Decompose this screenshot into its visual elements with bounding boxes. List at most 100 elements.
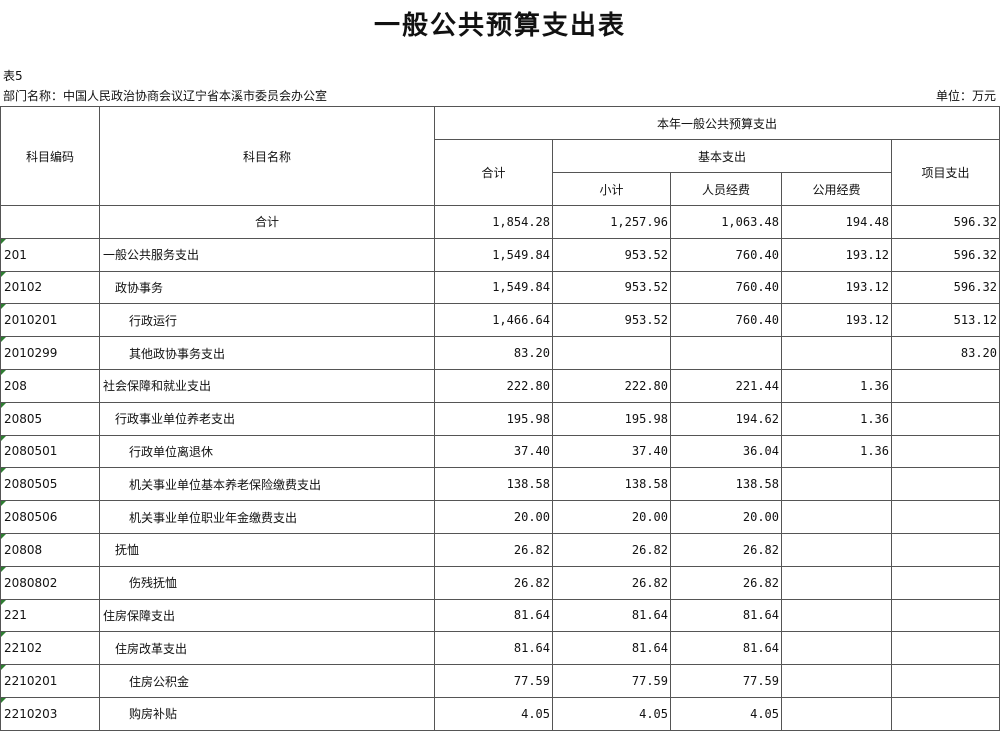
cell-code: 2010201 bbox=[0, 303, 100, 338]
cell-personnel: 26.82 bbox=[670, 532, 782, 567]
cell-subtotal: 37.40 bbox=[552, 434, 671, 469]
header-code: 科目编码 bbox=[0, 106, 100, 206]
page-title: 一般公共预算支出表 bbox=[373, 11, 626, 41]
table-row: 20102 政协事务 1,549.84 953.52 760.40 193.12 596.3… bbox=[0, 270, 1000, 305]
table-row: 208 社会保障和就业支出 222.80 222.80 221.44 1.36 bbox=[0, 368, 1000, 403]
cell-code: 2080501 bbox=[0, 434, 100, 469]
cell-name: 行政事业单位养老支出 bbox=[99, 401, 435, 436]
cell-name: 一般公共服务支出 bbox=[99, 237, 435, 272]
cell-code: 2210201 bbox=[0, 664, 100, 698]
cell-total: 1,549.84 bbox=[434, 237, 553, 272]
cell-personnel: 221.44 bbox=[670, 368, 782, 403]
cell-name: 社会保障和就业支出 bbox=[99, 368, 435, 403]
table-row: 201 一般公共服务支出 1,549.84 953.52 760.40 193.12 596… bbox=[0, 237, 1000, 272]
table-row: 2080501 行政单位离退休 37.40 37.40 36.04 1.36 bbox=[0, 434, 1000, 469]
cell-public bbox=[781, 336, 892, 370]
table-row: 20805 行政事业单位养老支出 195.98 195.98 194.62 1.36 bbox=[0, 401, 1000, 436]
cell-project bbox=[891, 532, 1000, 567]
cell-project: 596.32 bbox=[891, 270, 1000, 305]
cell-project: 513.12 bbox=[891, 303, 1000, 338]
table-row: 2010201 行政运行 1,466.64 953.52 760.40 193.12 513… bbox=[0, 303, 1000, 338]
cell-name: 行政运行 bbox=[99, 303, 435, 338]
cell-subtotal: 81.64 bbox=[552, 598, 671, 633]
cell-public bbox=[781, 598, 892, 633]
cell-personnel: 194.62 bbox=[670, 401, 782, 436]
cell-code: 2080505 bbox=[0, 467, 100, 502]
cell-subtotal: 953.52 bbox=[552, 270, 671, 305]
department-name: 部门名称：中国人民政治协商会议辽宁省本溪市委员会办公室 bbox=[3, 89, 328, 103]
cell-name: 合计 bbox=[99, 205, 435, 239]
cell-public bbox=[781, 696, 892, 731]
cell-name: 伤残抚恤 bbox=[99, 565, 435, 600]
table-row: 2080802 伤残抚恤 26.82 26.82 26.82 bbox=[0, 565, 1000, 600]
cell-total: 37.40 bbox=[434, 434, 553, 469]
table-row: 221 住房保障支出 81.64 81.64 81.64 bbox=[0, 598, 1000, 633]
cell-project bbox=[891, 696, 1000, 731]
cell-public bbox=[781, 565, 892, 600]
cell-public: 1.36 bbox=[781, 434, 892, 469]
cell-total: 26.82 bbox=[434, 532, 553, 567]
budget-expenditure-table: 科目编码 科目名称 本年一般公共预算支出 合计 基本支出 项目支出 小计 人员经… bbox=[0, 106, 1000, 731]
cell-name: 购房补贴 bbox=[99, 696, 435, 731]
cell-subtotal: 195.98 bbox=[552, 401, 671, 436]
cell-name: 政协事务 bbox=[99, 270, 435, 305]
cell-total: 20.00 bbox=[434, 500, 553, 534]
cell-name: 住房保障支出 bbox=[99, 598, 435, 633]
table-row: 2080505 机关事业单位基本养老保险缴费支出 138.58 138.58 138.5… bbox=[0, 467, 1000, 502]
cell-total: 26.82 bbox=[434, 565, 553, 600]
cell-code: 201 bbox=[0, 237, 100, 272]
cell-public bbox=[781, 467, 892, 502]
cell-personnel: 760.40 bbox=[670, 303, 782, 338]
cell-personnel: 760.40 bbox=[670, 237, 782, 272]
cell-name: 住房改革支出 bbox=[99, 631, 435, 666]
cell-name: 机关事业单位职业年金缴费支出 bbox=[99, 500, 435, 534]
cell-name: 其他政协事务支出 bbox=[99, 336, 435, 370]
table-row: 合计 1,854.28 1,257.96 1,063.48 194.48 596.32 bbox=[0, 205, 1000, 239]
cell-code: 2080802 bbox=[0, 565, 100, 600]
table-row: 2080506 机关事业单位职业年金缴费支出 20.00 20.00 20.00 bbox=[0, 500, 1000, 534]
cell-subtotal: 26.82 bbox=[552, 532, 671, 567]
cell-project bbox=[891, 664, 1000, 698]
cell-code: 2210203 bbox=[0, 696, 100, 731]
cell-project bbox=[891, 368, 1000, 403]
cell-code: 22102 bbox=[0, 631, 100, 666]
cell-code: 2010299 bbox=[0, 336, 100, 370]
unit-label: 单位：万元 bbox=[935, 89, 996, 103]
cell-total: 81.64 bbox=[434, 598, 553, 633]
cell-project: 596.32 bbox=[891, 205, 1000, 239]
cell-public: 193.12 bbox=[781, 303, 892, 338]
header-public: 公用经费 bbox=[781, 172, 892, 206]
cell-code: 221 bbox=[0, 598, 100, 633]
cell-personnel: 81.64 bbox=[670, 598, 782, 633]
cell-total: 1,854.28 bbox=[434, 205, 553, 239]
cell-personnel: 1,063.48 bbox=[670, 205, 782, 239]
cell-project bbox=[891, 500, 1000, 534]
cell-total: 222.80 bbox=[434, 368, 553, 403]
cell-total: 77.59 bbox=[434, 664, 553, 698]
cell-public: 1.36 bbox=[781, 401, 892, 436]
cell-total: 1,549.84 bbox=[434, 270, 553, 305]
cell-total: 4.05 bbox=[434, 696, 553, 731]
cell-subtotal: 138.58 bbox=[552, 467, 671, 502]
cell-subtotal: 81.64 bbox=[552, 631, 671, 666]
cell-personnel: 77.59 bbox=[670, 664, 782, 698]
cell-public: 193.12 bbox=[781, 237, 892, 272]
cell-subtotal bbox=[552, 336, 671, 370]
cell-subtotal: 222.80 bbox=[552, 368, 671, 403]
header-subtotal: 小计 bbox=[552, 172, 671, 206]
header-total: 合计 bbox=[434, 139, 553, 206]
cell-total: 195.98 bbox=[434, 401, 553, 436]
cell-code: 208 bbox=[0, 368, 100, 403]
cell-total: 81.64 bbox=[434, 631, 553, 666]
header-project: 项目支出 bbox=[891, 139, 1000, 206]
cell-personnel: 81.64 bbox=[670, 631, 782, 666]
cell-name: 住房公积金 bbox=[99, 664, 435, 698]
cell-public: 194.48 bbox=[781, 205, 892, 239]
cell-code bbox=[0, 205, 100, 239]
cell-total: 1,466.64 bbox=[434, 303, 553, 338]
cell-public: 193.12 bbox=[781, 270, 892, 305]
header-group: 本年一般公共预算支出 bbox=[434, 106, 1000, 140]
table-row: 2210201 住房公积金 77.59 77.59 77.59 bbox=[0, 664, 1000, 698]
cell-project bbox=[891, 598, 1000, 633]
cell-public bbox=[781, 500, 892, 534]
